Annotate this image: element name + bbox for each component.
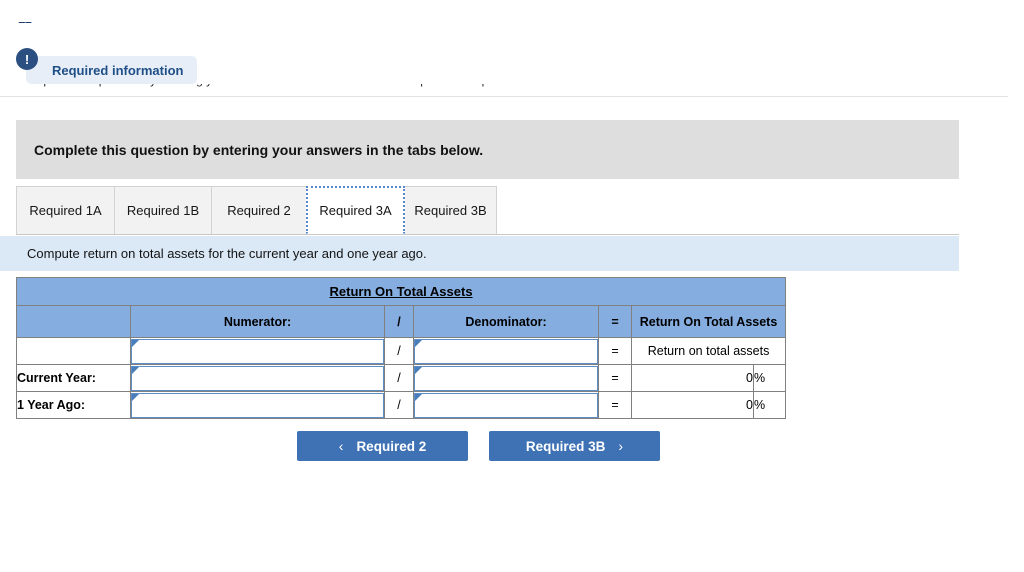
prompt-text: Compute return on total assets for the c…	[27, 246, 427, 261]
divider-symbol: /	[384, 391, 414, 419]
exclamation-icon: !	[16, 48, 38, 70]
previous-tab-label: Required 2	[356, 438, 427, 454]
denominator-cell	[413, 364, 599, 392]
equals-symbol: =	[598, 391, 632, 419]
prompt-bar: Compute return on total assets for the c…	[0, 236, 959, 271]
tab-label: Required 1B	[126, 203, 200, 218]
numerator-cell	[130, 364, 385, 392]
chevron-left-icon: ‹	[338, 438, 344, 454]
clipped-question-text: Complete this question by entering your …	[18, 84, 918, 94]
divider-symbol: /	[384, 364, 414, 392]
tab-required-1a[interactable]: Required 1A	[16, 186, 115, 234]
divider-symbol: /	[384, 337, 414, 365]
numerator-cell	[130, 391, 385, 419]
chevron-right-icon: ›	[618, 438, 624, 454]
result-unit: %	[752, 391, 787, 419]
return-on-total-assets-table: Return On Total Assets Numerator: / Deno…	[15, 277, 787, 419]
numerator-input[interactable]	[131, 365, 384, 391]
denominator-input[interactable]	[414, 338, 598, 364]
row-label-current-year: Current Year:	[16, 364, 131, 392]
required-information-pill: Required information	[26, 56, 198, 84]
result-description: Return on total assets	[630, 337, 787, 365]
table-title-text: Return On Total Assets	[329, 284, 473, 299]
result-unit: %	[752, 364, 787, 392]
header-row-label	[16, 305, 131, 338]
denominator-cell	[413, 391, 599, 419]
equals-symbol: =	[598, 364, 632, 392]
table-header-row: Numerator: / Denominator: = Return On To…	[16, 305, 787, 338]
instruction-text: Complete this question by entering your …	[34, 141, 484, 158]
required-information-label: Required information	[52, 62, 184, 78]
denominator-input[interactable]	[414, 392, 598, 418]
header-divider: /	[384, 305, 414, 338]
denominator-cell	[413, 337, 599, 365]
divider-line	[0, 96, 1008, 97]
tab-required-3a[interactable]: Required 3A	[306, 186, 405, 234]
numerator-input[interactable]	[131, 338, 384, 364]
next-tab-label: Required 3B	[525, 438, 606, 454]
clipped-text-top: 11	[18, 22, 58, 34]
tab-label: Required 3A	[319, 203, 392, 218]
header-numerator: Numerator:	[130, 305, 385, 338]
header-denominator: Denominator:	[413, 305, 599, 338]
tab-label: Required 3B	[414, 203, 487, 218]
table-row: 1 Year Ago: / = 0 %	[16, 391, 787, 419]
table-row: / = Return on total assets	[16, 337, 787, 365]
numerator-input[interactable]	[131, 392, 384, 418]
equals-symbol: =	[598, 337, 632, 365]
table-title: Return On Total Assets	[15, 277, 787, 306]
header-result: Return On Total Assets	[630, 305, 787, 338]
tab-required-2[interactable]: Required 2	[211, 186, 307, 234]
result-value: 0	[631, 364, 754, 392]
instruction-bar: Complete this question by entering your …	[16, 120, 959, 179]
previous-tab-button[interactable]: ‹ Required 2	[297, 431, 468, 461]
tab-label: Required 1A	[29, 203, 102, 218]
numerator-cell	[130, 337, 385, 365]
row-label-one-year-ago: 1 Year Ago:	[16, 391, 131, 419]
row-label	[16, 337, 131, 365]
result-value: 0	[631, 391, 754, 419]
tab-label: Required 2	[227, 203, 291, 218]
denominator-input[interactable]	[414, 365, 598, 391]
tab-required-3b[interactable]: Required 3B	[404, 186, 497, 234]
next-tab-button[interactable]: Required 3B ›	[489, 431, 660, 461]
header-equals: =	[598, 305, 632, 338]
table-title-row: Return On Total Assets	[15, 277, 787, 306]
table-row: Current Year: / = 0 %	[16, 364, 787, 392]
tab-bar: Required 1A Required 1B Required 2 Required…	[16, 186, 959, 235]
tab-required-1b[interactable]: Required 1B	[114, 186, 212, 234]
